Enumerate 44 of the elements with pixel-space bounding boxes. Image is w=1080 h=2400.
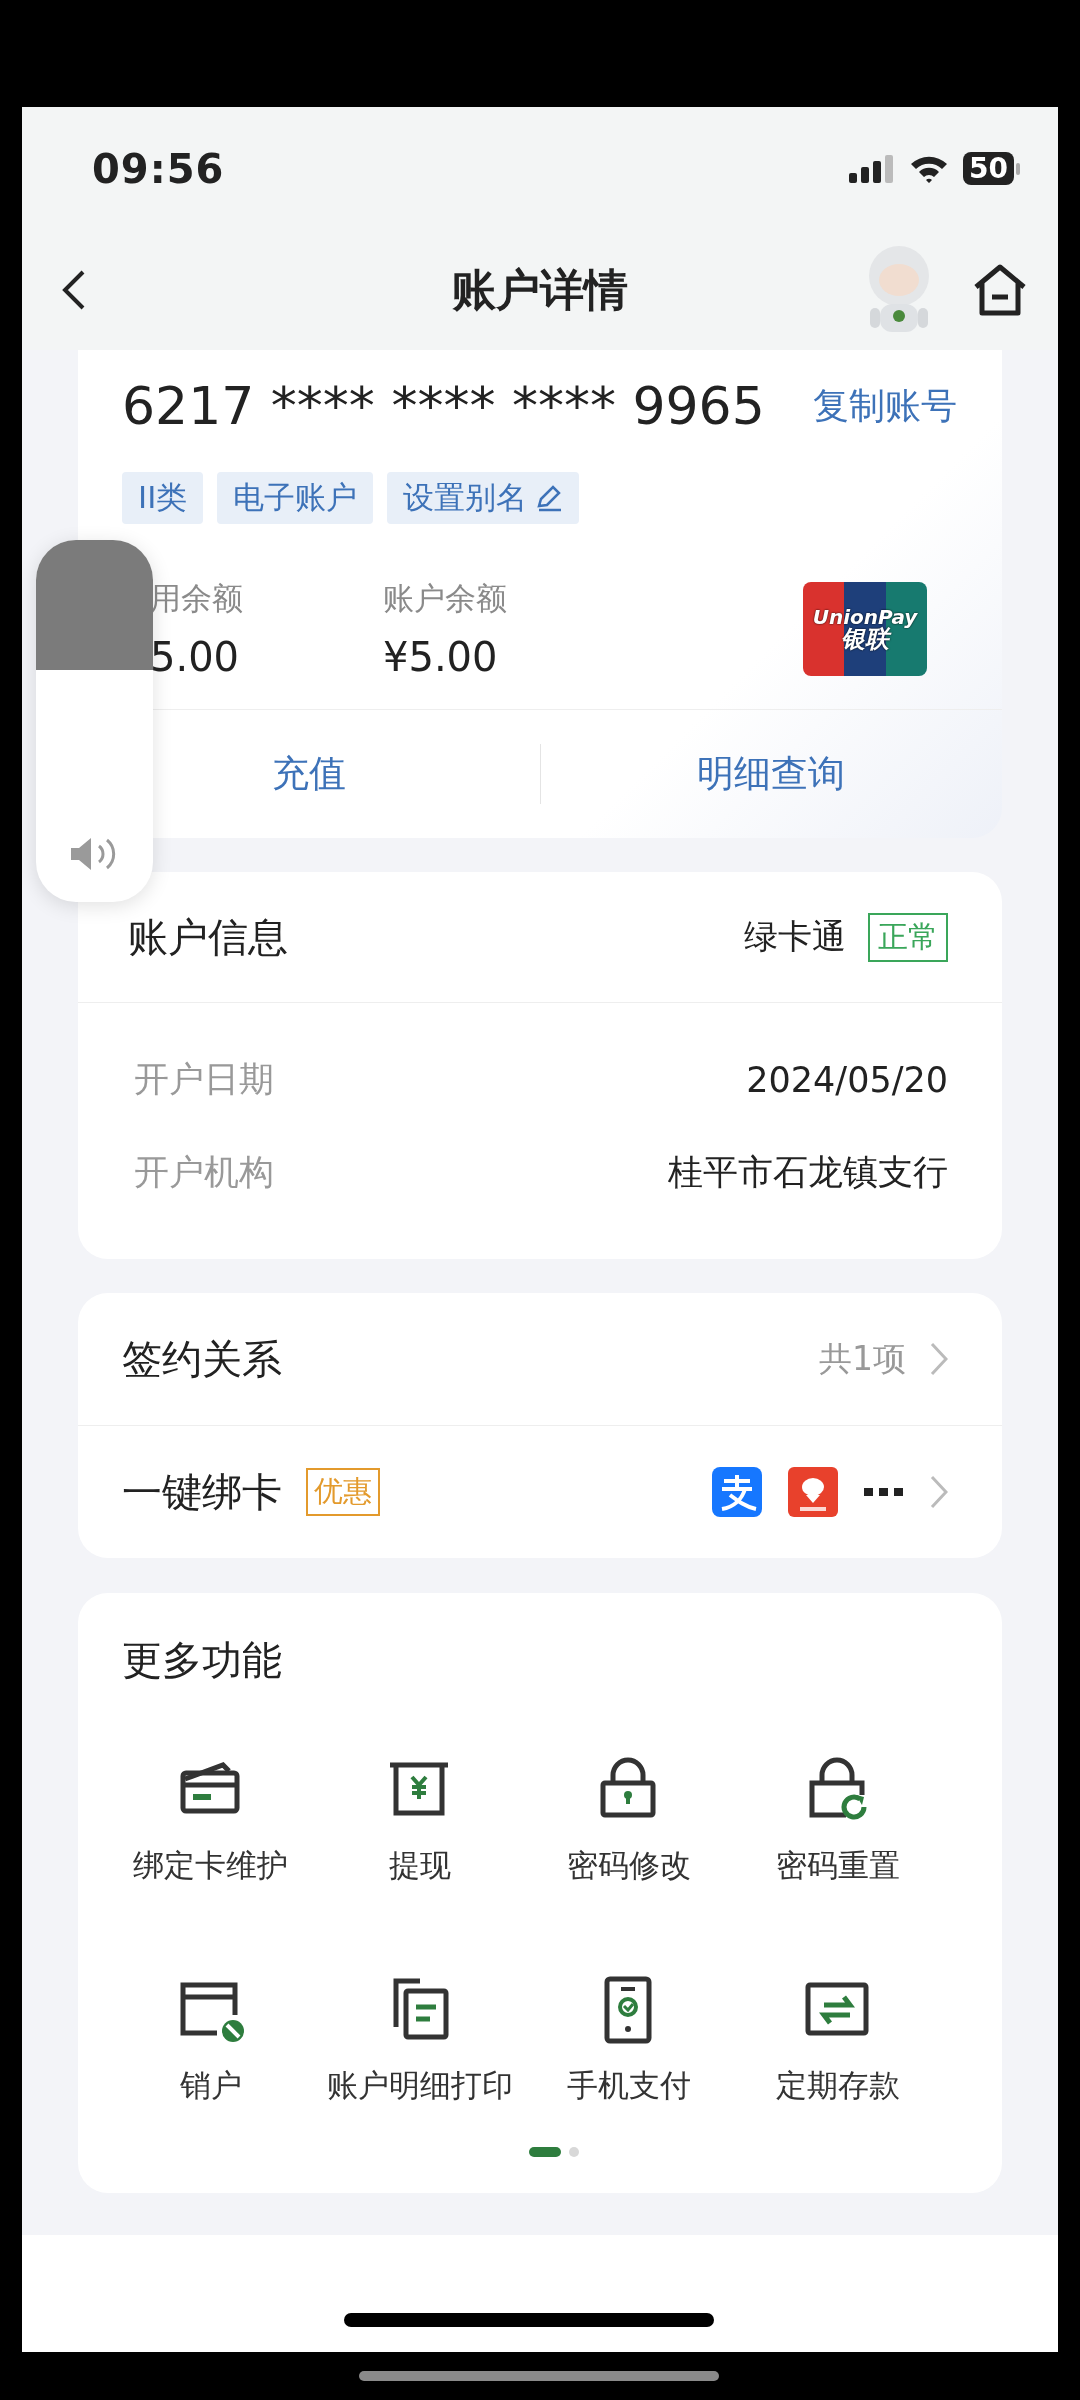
card-action-button[interactable]: 明细查询	[540, 710, 1002, 838]
account-tag[interactable]: II类	[122, 472, 204, 524]
card-type: 绿卡通	[744, 915, 846, 958]
section-title: 账户信息	[128, 912, 289, 962]
function-item[interactable]: 销户	[106, 1975, 315, 2107]
balance-amount: ¥5.00	[383, 634, 499, 680]
status-badge: 正常	[868, 912, 948, 962]
back-icon[interactable]	[62, 270, 86, 310]
card-action-button[interactable]: 充值	[78, 710, 540, 838]
more-icon[interactable]	[864, 1487, 904, 1497]
chevron-right-icon[interactable]	[930, 1475, 948, 1509]
function-item[interactable]: 绑定卡维护	[106, 1755, 315, 1887]
function-item[interactable]: 账户明细打印	[315, 1975, 524, 2107]
home-indicator[interactable]	[344, 2313, 714, 2327]
section-title: 更多功能	[121, 1636, 283, 1685]
bind-card-label[interactable]: 一键绑卡	[122, 1464, 282, 1520]
card-number: 6217 **** **** **** 9965	[122, 376, 765, 436]
page-title: 账户详情	[452, 263, 628, 315]
payment-app-icon	[712, 1467, 762, 1517]
function-item[interactable]: 定期存款	[733, 1975, 942, 2107]
function-item[interactable]: 密码重置	[733, 1755, 942, 1887]
function-item[interactable]: 手机支付	[524, 1975, 733, 2107]
chevron-right-icon[interactable]	[930, 1342, 948, 1376]
balance-amount: 5.00	[150, 634, 241, 680]
balance-label: 用余额	[150, 579, 244, 618]
promo-badge: 优惠	[306, 1468, 380, 1516]
section-title: 签约关系	[122, 1334, 283, 1384]
info-label: 开户日期	[134, 1058, 274, 1101]
copy-account-link[interactable]: 复制账号	[813, 381, 957, 431]
function-item[interactable]: 提现	[315, 1755, 524, 1887]
account-tag[interactable]: 电子账户	[217, 472, 374, 524]
home-indicator[interactable]	[359, 2371, 719, 2381]
home-icon[interactable]	[972, 263, 1028, 317]
volume-popup[interactable]	[36, 540, 153, 902]
function-item[interactable]: 密码修改	[524, 1755, 733, 1887]
shopping-app-icon	[788, 1467, 838, 1517]
info-value: 2024/05/20	[746, 1059, 948, 1100]
info-label: 开户机构	[134, 1151, 274, 1194]
info-value: 桂平市石龙镇支行	[668, 1151, 948, 1194]
balance-label: 账户余额	[383, 579, 507, 618]
signal-icon	[849, 154, 896, 183]
pencil-icon	[535, 484, 564, 512]
status-time: 09:56	[92, 145, 226, 192]
alias-button[interactable]: 设置别名	[387, 472, 580, 524]
